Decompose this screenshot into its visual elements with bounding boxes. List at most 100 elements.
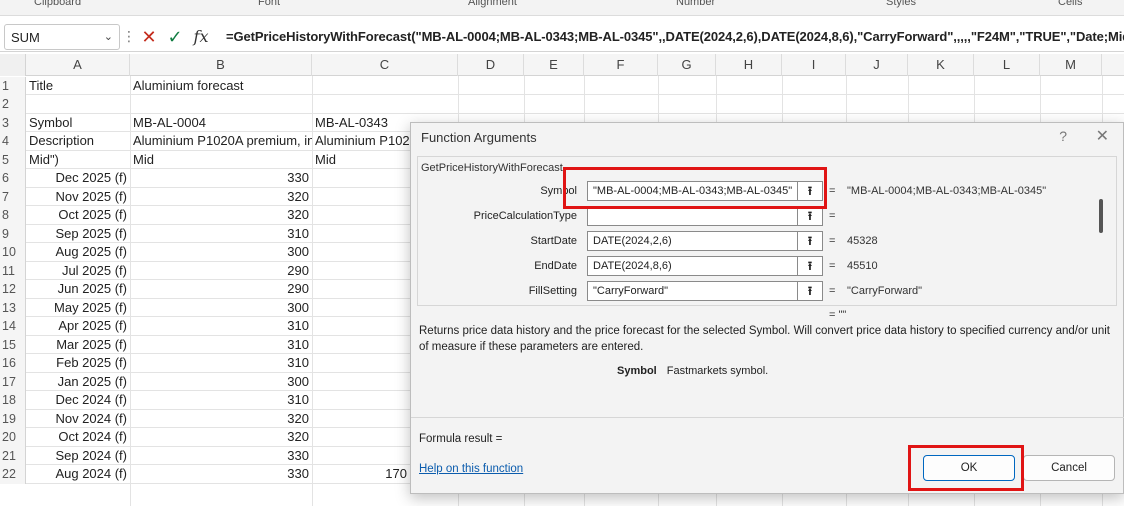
end-date-input[interactable]: DATE(2024,8,6) bbox=[587, 256, 809, 276]
cell-c[interactable] bbox=[312, 262, 410, 281]
select-all-corner[interactable] bbox=[0, 54, 26, 76]
cell-a[interactable] bbox=[26, 95, 130, 114]
cell-a[interactable]: Aug 2024 (f) bbox=[26, 465, 130, 484]
column-header-b[interactable]: B bbox=[130, 54, 312, 76]
formula-input[interactable]: =GetPriceHistoryWithForecast("MB-AL-0004… bbox=[226, 29, 1124, 44]
column-header-k[interactable]: K bbox=[908, 54, 974, 76]
row-header[interactable]: 6 bbox=[0, 169, 26, 188]
close-icon[interactable]: ✕ bbox=[1096, 126, 1109, 146]
fill-setting-input[interactable]: "CarryForward" bbox=[587, 281, 809, 301]
cell-c[interactable] bbox=[312, 206, 410, 225]
cell-b[interactable]: 330 bbox=[130, 465, 312, 484]
cell-a[interactable]: Oct 2025 (f) bbox=[26, 206, 130, 225]
cell-a[interactable]: Oct 2024 (f) bbox=[26, 428, 130, 447]
cell-b[interactable]: 310 bbox=[130, 391, 312, 410]
row-header[interactable]: 8 bbox=[0, 206, 26, 225]
column-header-i[interactable]: I bbox=[782, 54, 846, 76]
name-box[interactable]: SUM ⌄ bbox=[4, 24, 120, 50]
ribbon-group-font[interactable]: Font bbox=[258, 0, 280, 8]
cell-a[interactable]: Aug 2025 (f) bbox=[26, 243, 130, 262]
column-header-d[interactable]: D bbox=[458, 54, 524, 76]
cell-c[interactable] bbox=[312, 410, 410, 429]
row-header[interactable]: 9 bbox=[0, 224, 26, 243]
cell-a[interactable]: Nov 2024 (f) bbox=[26, 410, 130, 429]
row-header[interactable]: 18 bbox=[0, 391, 26, 410]
row-header[interactable]: 11 bbox=[0, 261, 26, 280]
row-header[interactable]: 2 bbox=[0, 95, 26, 114]
cell-c[interactable] bbox=[312, 391, 410, 410]
column-header-m[interactable]: M bbox=[1040, 54, 1102, 76]
column-header-f[interactable]: F bbox=[584, 54, 658, 76]
cell-c[interactable] bbox=[312, 299, 410, 318]
cell-a[interactable]: May 2025 (f) bbox=[26, 299, 130, 318]
cell-b[interactable]: 300 bbox=[130, 243, 312, 262]
row-header[interactable]: 14 bbox=[0, 317, 26, 336]
row-header[interactable]: 12 bbox=[0, 280, 26, 299]
cell-b[interactable]: 290 bbox=[130, 280, 312, 299]
ribbon-group-cells[interactable]: Cells bbox=[1058, 0, 1082, 8]
cell-b[interactable]: 310 bbox=[130, 336, 312, 355]
cell-a[interactable]: Mid") bbox=[26, 151, 130, 170]
cell-b[interactable]: Aluminium forecast bbox=[130, 77, 312, 96]
cell-a[interactable]: Feb 2025 (f) bbox=[26, 354, 130, 373]
ribbon-group-number[interactable]: Number bbox=[676, 0, 715, 8]
row-header[interactable]: 16 bbox=[0, 354, 26, 373]
cell-a[interactable]: Sep 2024 (f) bbox=[26, 447, 130, 466]
row-header[interactable]: 19 bbox=[0, 409, 26, 428]
cell-a[interactable]: Jul 2025 (f) bbox=[26, 262, 130, 281]
cell-a[interactable]: Jan 2025 (f) bbox=[26, 373, 130, 392]
column-header-j[interactable]: J bbox=[846, 54, 908, 76]
arguments-scrollbar[interactable] bbox=[1091, 163, 1103, 301]
row-header[interactable]: 3 bbox=[0, 113, 26, 132]
row-header[interactable]: 10 bbox=[0, 243, 26, 262]
cell-c[interactable]: 170 bbox=[312, 465, 410, 484]
row-header[interactable]: 5 bbox=[0, 150, 26, 169]
help-icon[interactable]: ? bbox=[1059, 128, 1067, 144]
cell-c[interactable] bbox=[312, 336, 410, 355]
cell-a[interactable]: Dec 2025 (f) bbox=[26, 169, 130, 188]
drag-handle-icon[interactable]: ⋮ bbox=[122, 28, 136, 45]
cell-a[interactable]: Dec 2024 (f) bbox=[26, 391, 130, 410]
cell-a[interactable]: Title bbox=[26, 77, 130, 96]
cell-b[interactable]: 330 bbox=[130, 447, 312, 466]
cell-a[interactable]: Jun 2025 (f) bbox=[26, 280, 130, 299]
cell-a[interactable]: Description bbox=[26, 132, 130, 151]
cell-c[interactable] bbox=[312, 317, 410, 336]
cell-c[interactable] bbox=[312, 169, 410, 188]
cell-b[interactable]: 320 bbox=[130, 428, 312, 447]
cell-b[interactable]: 310 bbox=[130, 225, 312, 244]
chevron-down-icon[interactable]: ⌄ bbox=[104, 30, 113, 43]
column-header-a[interactable]: A bbox=[26, 54, 130, 76]
row-header[interactable]: 20 bbox=[0, 428, 26, 447]
column-header-h[interactable]: H bbox=[716, 54, 782, 76]
row-header[interactable]: 13 bbox=[0, 298, 26, 317]
ribbon-group-alignment[interactable]: Alignment bbox=[468, 0, 517, 8]
cell-b[interactable]: 320 bbox=[130, 188, 312, 207]
cell-b[interactable]: MB-AL-0004 bbox=[130, 114, 312, 133]
cell-a[interactable]: Symbol bbox=[26, 114, 130, 133]
collapse-dialog-icon[interactable]: ⭱ bbox=[797, 231, 823, 251]
collapse-dialog-icon[interactable]: ⭱ bbox=[797, 256, 823, 276]
cell-b[interactable]: 300 bbox=[130, 373, 312, 392]
cell-b[interactable]: 330 bbox=[130, 169, 312, 188]
scrollbar-thumb[interactable] bbox=[1099, 199, 1103, 233]
column-header-c[interactable]: C bbox=[312, 54, 458, 76]
price-calculation-type-input[interactable] bbox=[587, 206, 809, 226]
cell-c[interactable] bbox=[312, 188, 410, 207]
column-header-e[interactable]: E bbox=[524, 54, 584, 76]
row-header[interactable]: 22 bbox=[0, 465, 26, 484]
column-header-l[interactable]: L bbox=[974, 54, 1040, 76]
cell-b[interactable]: 320 bbox=[130, 410, 312, 429]
cell-c[interactable] bbox=[312, 280, 410, 299]
cell-b[interactable]: 310 bbox=[130, 354, 312, 373]
cell-b[interactable]: Aluminium P1020A premium, in bbox=[130, 132, 312, 151]
cell-b[interactable]: Mid bbox=[130, 151, 312, 170]
cell-a[interactable]: Nov 2025 (f) bbox=[26, 188, 130, 207]
enter-check-icon[interactable]: ✓ bbox=[162, 24, 188, 50]
cancel-button[interactable]: Cancel bbox=[1023, 455, 1115, 481]
row-header[interactable]: 1 bbox=[0, 76, 26, 95]
cell-c[interactable] bbox=[312, 354, 410, 373]
column-header-g[interactable]: G bbox=[658, 54, 716, 76]
cell-c[interactable]: Aluminium P102 bbox=[312, 132, 410, 151]
cell-a[interactable]: Sep 2025 (f) bbox=[26, 225, 130, 244]
